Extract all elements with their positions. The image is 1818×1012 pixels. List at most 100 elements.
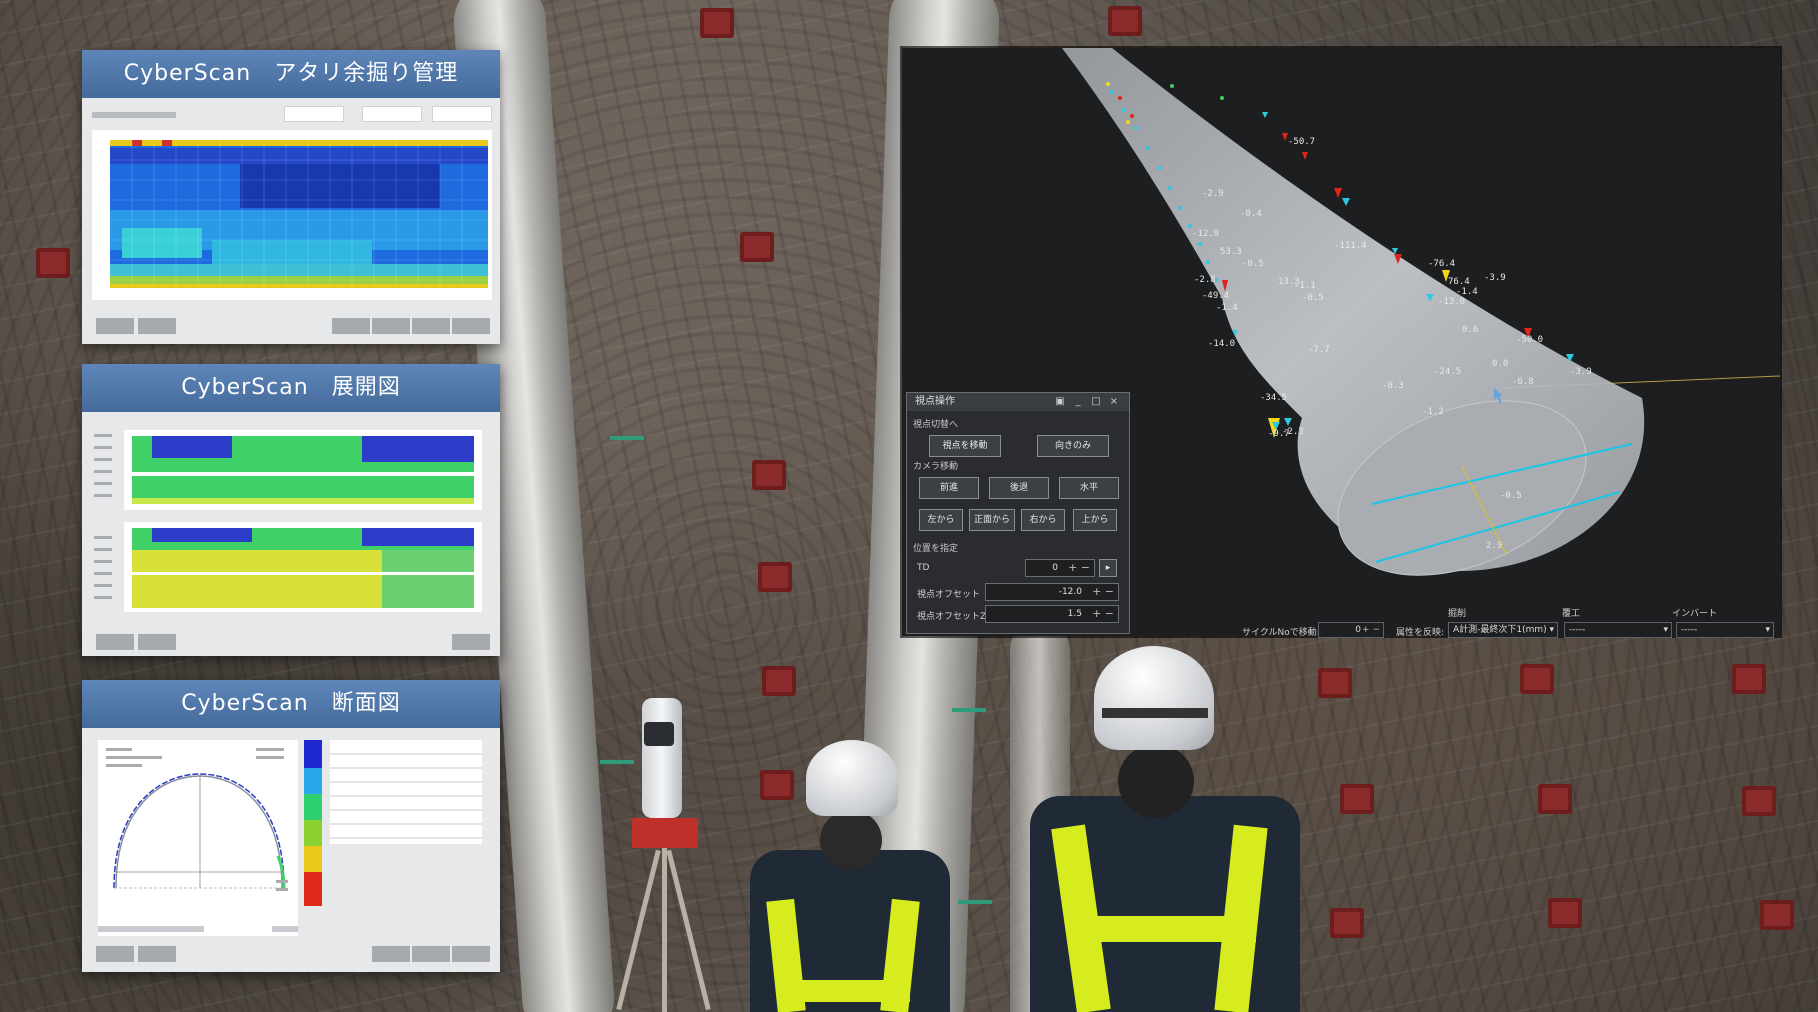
panel-field[interactable] (284, 106, 344, 122)
attr-select[interactable]: A計測-最終次下1(mm) ▾ (1448, 622, 1558, 638)
offset-input[interactable]: -12.0 + − (985, 583, 1119, 601)
close-icon[interactable]: × (1105, 393, 1123, 411)
forward-button[interactable]: 前進 (919, 477, 979, 499)
measurement-label: -34.5 (1260, 393, 1287, 403)
panel-footer-button[interactable] (452, 946, 490, 962)
panel-toolbar-text (92, 112, 176, 118)
plus-minus-icon[interactable]: + − (1362, 623, 1380, 637)
back-button[interactable]: 後退 (989, 477, 1049, 499)
control-title-text: 視点操作 (915, 396, 955, 407)
measurement-label: -0.5 (1302, 293, 1324, 303)
measurement-label: -2.9 (1202, 189, 1224, 199)
measurement-label: -0.4 (1240, 209, 1262, 219)
offsetz-label: 視点オフセットZ (917, 612, 987, 622)
panel-title: CyberScan 展開図 (82, 364, 500, 412)
attr-label: 属性を反映: (1396, 628, 1445, 638)
panel-footer-button[interactable] (452, 318, 490, 334)
level-button[interactable]: 水平 (1059, 477, 1119, 499)
panel-footer-button[interactable] (96, 634, 134, 650)
rock-bolt-plate (1330, 908, 1364, 938)
measurement-label: 0.0 (1492, 359, 1508, 369)
measurement-label: 0.6 (1462, 325, 1478, 335)
panel-section: CyberScan 断面図 (82, 680, 500, 972)
measurement-label: -50.0 (1516, 335, 1543, 345)
td-input[interactable]: 0 + − (1025, 559, 1095, 577)
offsetz-input[interactable]: 1.5 + − (985, 605, 1119, 623)
panel-field[interactable] (362, 106, 422, 122)
measurement-label: -1.4 (1456, 287, 1478, 297)
measurement-label: -3.9 (1484, 273, 1506, 283)
move-view-button[interactable]: 視点を移動 (929, 435, 1001, 457)
offset-label: 視点オフセット (917, 590, 981, 600)
section-camera-label: カメラ移動 (913, 462, 959, 472)
maximize-icon[interactable]: □ (1087, 393, 1105, 411)
viewpoint-control-panel: 視点操作 ▣ _ □ × 視点切替へ 視点を移動 向きのみ カメラ移動 前進 後退 水… (906, 392, 1130, 634)
cycle-input[interactable]: 0 + − (1318, 622, 1384, 638)
panel-footer-button[interactable] (332, 318, 370, 334)
measurement-label: -6.8 (1512, 377, 1534, 387)
panel-footer-button[interactable] (138, 946, 176, 962)
rock-bolt-plate (1318, 668, 1352, 698)
minimize-icon[interactable]: _ (1069, 393, 1087, 411)
invert-select[interactable]: ----- ▾ (1676, 622, 1774, 638)
measurement-label: -2.3 (1282, 427, 1304, 437)
heatmap-chart (92, 130, 492, 300)
section-position-label: 位置を指定 (913, 544, 959, 554)
view-from-top-button[interactable]: 上から (1073, 509, 1117, 531)
view-from-right-button[interactable]: 右から (1021, 509, 1065, 531)
viewer-status-bar: サイクルNoで移動: 0 + − 属性を反映: A計測-最終次下1(mm) ▾ … (1238, 620, 1778, 640)
pin-icon[interactable]: ▣ (1051, 393, 1069, 411)
measurement-label: -1.1 (1294, 281, 1316, 291)
panel-footer-button[interactable] (138, 318, 176, 334)
measurement-label: -0.5 (1500, 491, 1522, 501)
measurement-label: -1.4 (1216, 303, 1238, 313)
view-from-left-button[interactable]: 左から (919, 509, 963, 531)
panel-field[interactable] (432, 106, 492, 122)
panel-footer-button[interactable] (412, 946, 450, 962)
control-panel-title: 視点操作 ▣ _ □ × (907, 393, 1129, 411)
cycle-label: サイクルNoで移動: (1242, 628, 1320, 638)
rock-bolt-plate (1732, 664, 1766, 694)
orient-only-button[interactable]: 向きのみ (1037, 435, 1109, 457)
measurement-label: -3.9 (1570, 367, 1592, 377)
total-station-instrument (616, 698, 711, 1012)
panel-footer-button[interactable] (372, 318, 410, 334)
measurement-label: -12.9 (1192, 229, 1219, 239)
rock-bolt-plate (762, 666, 796, 696)
measurement-label: -13.0 (1438, 297, 1465, 307)
rock-bolt-plate (1108, 6, 1142, 36)
rock-bolt-plate (1760, 900, 1794, 930)
measurement-label: 53.3 (1220, 247, 1242, 257)
plus-minus-icon[interactable]: + − (1092, 584, 1114, 600)
measurement-label: -111.4 (1334, 241, 1367, 251)
measurement-label: 76.4 (1448, 277, 1470, 287)
measurement-label: -2.8 (1194, 275, 1216, 285)
lining-select[interactable]: ----- ▾ (1564, 622, 1672, 638)
panel-footer-button[interactable] (452, 634, 490, 650)
panel-footer-button[interactable] (138, 634, 176, 650)
survey-mark (952, 708, 986, 712)
panel-footer-button[interactable] (372, 946, 410, 962)
worker-right (1010, 646, 1310, 1012)
panel-footer-button[interactable] (96, 318, 134, 334)
panel-title: CyberScan 断面図 (82, 680, 500, 728)
rock-bolt-plate (1340, 784, 1374, 814)
measurement-label: -76.4 (1428, 259, 1455, 269)
plus-minus-icon[interactable]: + − (1092, 606, 1114, 622)
plus-minus-icon[interactable]: + − (1068, 560, 1090, 576)
chevron-down-icon: ▾ (1663, 625, 1668, 635)
view-from-front-button[interactable]: 正面から (969, 509, 1015, 531)
measurement-label: -0.5 (1242, 259, 1264, 269)
header-label-lining: 覆工 (1562, 609, 1581, 619)
panel-footer-button[interactable] (96, 946, 134, 962)
rock-bolt-plate (1520, 664, 1554, 694)
td-label: TD (917, 563, 930, 573)
measurement-label: -50.7 (1288, 137, 1315, 147)
panel-footer-button[interactable] (412, 318, 450, 334)
measurement-label: -7.7 (1308, 345, 1330, 355)
chevron-down-icon: ▾ (1765, 625, 1770, 635)
worker-left (720, 740, 980, 1012)
rock-bolt-plate (36, 248, 70, 278)
measurement-label: -49.4 (1202, 291, 1229, 301)
td-go-button[interactable]: ▸ (1099, 559, 1117, 577)
